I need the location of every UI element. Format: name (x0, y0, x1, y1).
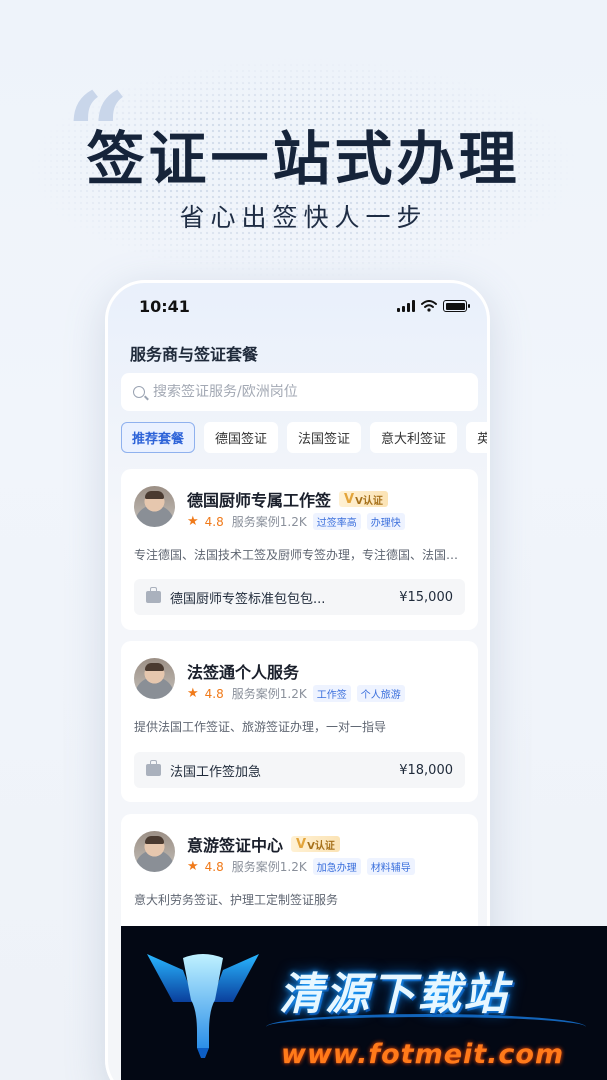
briefcase-icon (146, 587, 161, 603)
rating: 4.8 (204, 859, 224, 874)
star-icon: ★ (187, 859, 199, 874)
tab-uk[interactable]: 英国 (466, 422, 487, 453)
status-time: 10:41 (139, 297, 190, 316)
provider-name: 法签通个人服务 (187, 663, 300, 682)
search-input[interactable] (153, 384, 453, 400)
watermark-url: www.fotmeit.com (281, 1039, 565, 1070)
wifi-icon (421, 300, 437, 312)
category-tabs: 推荐套餐 德国签证 法国签证 意大利签证 英国 (121, 422, 487, 453)
package-row[interactable]: 德国厨师专签标准包包包... ¥15,000 (134, 579, 465, 615)
feature-tag: 办理快 (366, 513, 405, 530)
case-count: 服务案例1.2K (231, 687, 307, 701)
provider-name: 意游签证中心 (187, 836, 284, 855)
verified-badge: V V认证 (291, 836, 340, 852)
hero-title: 签证一站式办理 (86, 125, 521, 193)
provider-description: 提供法国工作签证、旅游签证办理，一对一指导 (134, 720, 387, 734)
provider-meta: ★ 4.8 服务案例1.2K 过签率高 办理快 (187, 513, 405, 530)
package-name: 法国工作签加急 (170, 764, 262, 780)
provider-card[interactable]: 法签通个人服务 ★ 4.8 服务案例1.2K 工作签 个人旅游 提供法国工作签证… (121, 641, 478, 802)
verified-v-icon: V (344, 491, 355, 507)
site-logo-icon (147, 954, 259, 1058)
provider-meta: ★ 4.8 服务案例1.2K 工作签 个人旅游 (187, 685, 405, 702)
feature-tag: 个人旅游 (356, 685, 405, 702)
provider-description: 意大利劳务签证、护理工定制签证服务 (134, 893, 339, 907)
tab-italy-visa[interactable]: 意大利签证 (370, 422, 458, 453)
avatar (134, 831, 175, 872)
watermark-title: 清源下载站 (279, 969, 509, 1020)
verified-v-icon: V (296, 836, 307, 852)
provider-card[interactable]: 德国厨师专属工作签 V V认证 ★ 4.8 服务案例1.2K 过签率高 办理快 专… (121, 469, 478, 630)
star-icon: ★ (187, 686, 199, 701)
feature-tag: 过签率高 (312, 513, 361, 530)
package-price: ¥18,000 (399, 762, 453, 778)
case-count: 服务案例1.2K (231, 515, 307, 529)
provider-description: 专注德国、法国技术工签及厨师专签办理，专注德国、法国… (134, 548, 459, 562)
rating: 4.8 (204, 686, 224, 701)
provider-meta: ★ 4.8 服务案例1.2K 加急办理 材料辅导 (187, 858, 415, 875)
avatar (134, 486, 175, 527)
feature-tag: 工作签 (312, 685, 351, 702)
signal-icon (397, 300, 415, 312)
case-count: 服务案例1.2K (231, 860, 307, 874)
hero-subtitle: 省心出签快人一步 (179, 203, 428, 232)
battery-icon (443, 300, 470, 312)
package-price: ¥15,000 (399, 589, 453, 605)
star-icon: ★ (187, 514, 199, 529)
rating: 4.8 (204, 514, 224, 529)
package-row[interactable]: 法国工作签加急 ¥18,000 (134, 752, 465, 788)
status-icons (397, 300, 470, 312)
verified-badge: V V认证 (339, 491, 388, 507)
avatar (134, 658, 175, 699)
search-bar[interactable] (121, 373, 478, 411)
watermark-banner: 清源下载站 www.fotmeit.com (121, 926, 607, 1080)
briefcase-icon (146, 760, 161, 776)
page-title: 服务商与签证套餐 (130, 345, 259, 364)
package-name: 德国厨师专签标准包包包... (170, 591, 326, 607)
provider-name: 德国厨师专属工作签 (187, 491, 332, 510)
tab-france-visa[interactable]: 法国签证 (287, 422, 362, 453)
feature-tag: 加急办理 (312, 858, 361, 875)
tab-recommended[interactable]: 推荐套餐 (121, 422, 196, 453)
search-icon (133, 386, 145, 398)
feature-tag: 材料辅导 (366, 858, 415, 875)
status-bar: 10:41 (108, 297, 487, 319)
tab-germany-visa[interactable]: 德国签证 (204, 422, 279, 453)
